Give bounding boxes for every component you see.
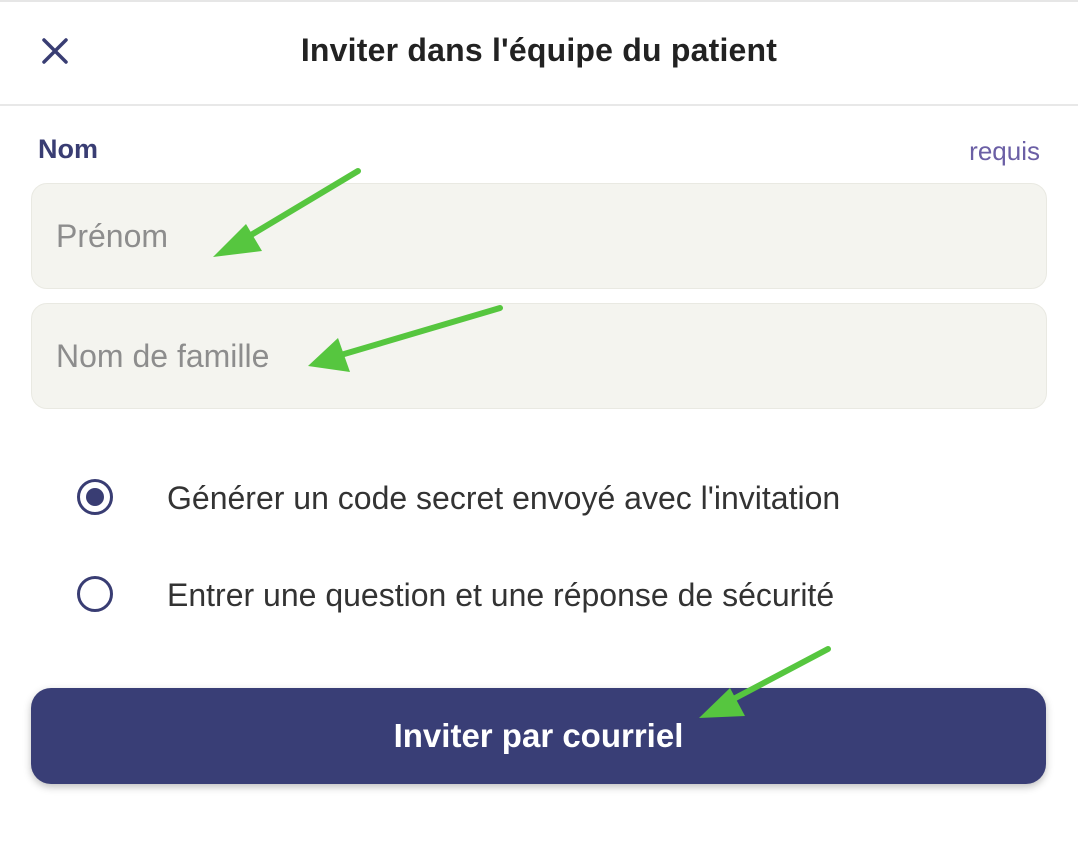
- invite-by-email-button[interactable]: Inviter par courriel: [31, 688, 1046, 784]
- option-generate-secret-code[interactable]: Générer un code secret envoyé avec l'inv…: [77, 472, 1037, 522]
- first-name-input[interactable]: [31, 183, 1047, 289]
- modal-header: Inviter dans l'équipe du patient: [0, 2, 1078, 106]
- name-label-row: Nom requis: [38, 134, 1040, 170]
- radio-button[interactable]: [77, 576, 113, 612]
- last-name-input[interactable]: [31, 303, 1047, 409]
- option-security-question[interactable]: Entrer une question et une réponse de sé…: [77, 569, 1037, 619]
- name-label: Nom: [38, 134, 98, 164]
- option-label: Générer un code secret envoyé avec l'inv…: [167, 480, 841, 516]
- page-title: Inviter dans l'équipe du patient: [300, 32, 778, 68]
- required-indicator: requis: [969, 136, 1040, 166]
- option-label: Entrer une question et une réponse de sé…: [167, 577, 835, 613]
- radio-selected-dot: [86, 488, 104, 506]
- radio-button-selected[interactable]: [77, 479, 113, 515]
